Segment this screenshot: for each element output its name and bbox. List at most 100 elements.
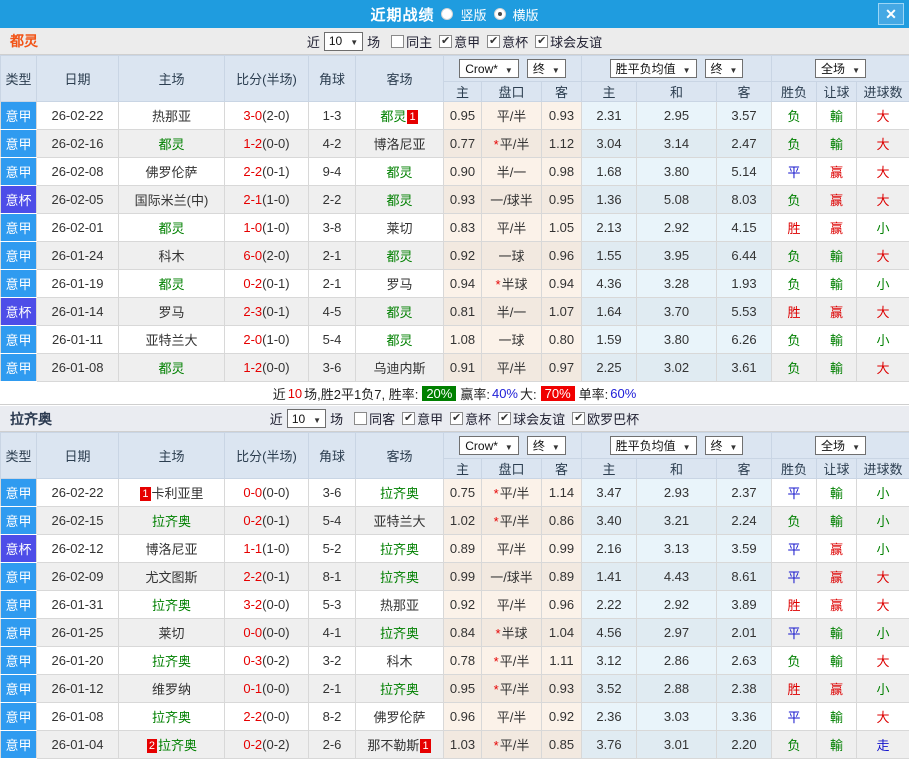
filter-checkbox-label[interactable]: 球会友谊 (550, 32, 602, 51)
handicap-cell: *平/半 (482, 731, 542, 759)
home-team-cell: 拉齐奥 (119, 591, 225, 619)
date-cell: 26-01-19 (37, 270, 119, 298)
scope-select[interactable]: 全场 (815, 436, 866, 455)
halftime-score: (2-0) (262, 108, 289, 123)
league-cell: 意甲 (1, 619, 37, 647)
away-team-cell: 博洛尼亚 (356, 130, 444, 158)
league-cell: 意杯 (1, 535, 37, 563)
home-team-cell: 都灵 (119, 130, 225, 158)
handicap-result-cell: 輸 (817, 479, 857, 507)
home-team-cell: 都灵 (119, 270, 225, 298)
league-cell: 意杯 (1, 298, 37, 326)
match-count-select[interactable]: 10 (324, 32, 363, 51)
odds-final-select[interactable]: 终 (527, 436, 566, 455)
mean-away-cell: 6.44 (717, 242, 772, 270)
close-icon[interactable]: ✕ (878, 3, 904, 25)
mean-home-cell: 2.25 (582, 354, 637, 382)
corner-cell: 2-6 (309, 731, 356, 759)
subject-team-name: 拉齐奥 (152, 598, 191, 613)
opponent-team-name: 莱切 (386, 221, 412, 236)
mean-final-select[interactable]: 终 (705, 59, 744, 78)
mean-select[interactable]: 胜平负均值 (610, 436, 697, 455)
subject-team-name: 都灵 (380, 109, 406, 124)
date-cell: 26-01-31 (37, 591, 119, 619)
checkbox-unchecked-icon[interactable] (354, 412, 367, 425)
radio-vertical-layout[interactable] (441, 8, 453, 20)
corner-cell: 2-2 (309, 186, 356, 214)
checkbox-checked-icon[interactable]: ✔ (487, 35, 500, 48)
home-team-cell: 国际米兰(中) (119, 186, 225, 214)
handicap-result-cell: 輸 (817, 703, 857, 731)
table-row: 意甲 26-01-19 都灵 0-2(0-1) 2-1 罗马 0.94 *半球 … (1, 270, 909, 298)
home-team-cell: 1卡利亚里 (119, 479, 225, 507)
fulltime-score: 0-0 (243, 625, 262, 640)
goals-result-cell: 小 (857, 675, 909, 703)
mean-home-cell: 2.22 (582, 591, 637, 619)
radio-horizontal-label[interactable]: 横版 (513, 5, 539, 24)
away-odds-cell: 0.93 (542, 102, 582, 130)
opponent-team-name: 博洛尼亚 (145, 542, 197, 557)
fulltime-score: 2-2 (243, 709, 262, 724)
score-cell: 3-0(2-0) (225, 102, 309, 130)
goals-result-cell: 小 (857, 214, 909, 242)
away-team-cell: 热那亚 (356, 591, 444, 619)
home-team-cell: 维罗纳 (119, 675, 225, 703)
rank-badge: 2 (147, 739, 157, 753)
match-count-select[interactable]: 10 (287, 409, 326, 428)
opponent-team-name: 佛罗伦萨 (145, 165, 197, 180)
handicap-star: * (494, 738, 499, 753)
home-team-cell: 罗马 (119, 298, 225, 326)
odds-company-select[interactable]: Crow* (459, 436, 519, 455)
odds-final-select[interactable]: 终 (527, 59, 566, 78)
checkbox-checked-icon[interactable]: ✔ (439, 35, 452, 48)
filter-checkbox-label[interactable]: 意杯 (502, 32, 528, 51)
filter-checkbox-label[interactable]: 意甲 (454, 32, 480, 51)
scope-select[interactable]: 全场 (815, 59, 866, 78)
subject-team-name: 都灵 (158, 361, 184, 376)
mean-select[interactable]: 胜平负均值 (610, 59, 697, 78)
score-cell: 3-2(0-0) (225, 591, 309, 619)
checkbox-checked-icon[interactable]: ✔ (572, 412, 585, 425)
mean-draw-cell: 3.13 (637, 535, 717, 563)
checkbox-checked-icon[interactable]: ✔ (535, 35, 548, 48)
away-team-cell: 那不勒斯1 (356, 731, 444, 759)
home-odds-cell: 0.95 (444, 675, 482, 703)
corner-cell: 8-1 (309, 563, 356, 591)
checkbox-checked-icon[interactable]: ✔ (498, 412, 511, 425)
checkbox-checked-icon[interactable]: ✔ (402, 412, 415, 425)
handicap-result-cell: 輸 (817, 130, 857, 158)
mean-home-cell: 1.36 (582, 186, 637, 214)
result-cell: 负 (772, 102, 817, 130)
filter-checkbox-label[interactable]: 同主 (406, 32, 432, 51)
filter-checkbox-label[interactable]: 球会友谊 (513, 409, 565, 428)
subject-team-name: 拉齐奥 (380, 570, 419, 585)
away-team-cell: 拉齐奥 (356, 563, 444, 591)
corner-cell: 5-3 (309, 591, 356, 619)
checkbox-unchecked-icon[interactable] (391, 35, 404, 48)
mean-draw-cell: 3.21 (637, 507, 717, 535)
mean-home-cell: 3.12 (582, 647, 637, 675)
mean-draw-cell: 2.88 (637, 675, 717, 703)
radio-vertical-label[interactable]: 竖版 (460, 5, 486, 24)
sub-handicap: 盘口 (482, 82, 542, 102)
odds-company-select[interactable]: Crow* (459, 59, 519, 78)
near-label: 近 (270, 409, 283, 428)
mean-draw-cell: 3.01 (637, 731, 717, 759)
win-rate-badge: 20% (422, 386, 456, 401)
filter-checkbox-label[interactable]: 同客 (369, 409, 395, 428)
single-label: 单率: (579, 384, 609, 403)
mean-away-cell: 2.47 (717, 130, 772, 158)
filter-checkbox-label[interactable]: 意杯 (465, 409, 491, 428)
radio-horizontal-layout[interactable] (494, 8, 506, 20)
chevron-down-icon (552, 439, 560, 453)
checkbox-checked-icon[interactable]: ✔ (450, 412, 463, 425)
handicap-cell: *平/半 (482, 647, 542, 675)
away-team-cell: 拉齐奥 (356, 535, 444, 563)
mean-final-select[interactable]: 终 (705, 436, 744, 455)
table-row: 意甲 26-01-20 拉齐奥 0-3(0-2) 3-2 科木 0.78 *平/… (1, 647, 909, 675)
filter-checkbox-label[interactable]: 欧罗巴杯 (587, 409, 639, 428)
home-odds-cell: 1.03 (444, 731, 482, 759)
filter-checkbox-label[interactable]: 意甲 (417, 409, 443, 428)
mean-away-cell: 3.89 (717, 591, 772, 619)
mean-draw-cell: 3.80 (637, 326, 717, 354)
